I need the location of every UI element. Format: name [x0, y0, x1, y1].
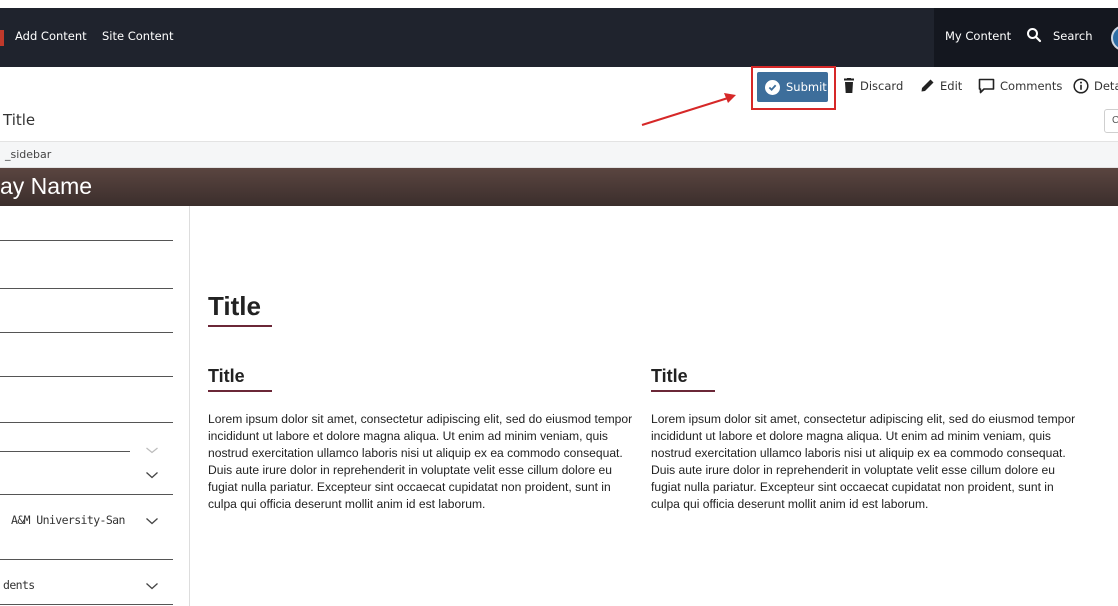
- info-icon: [1073, 78, 1089, 94]
- column-title-underline: [651, 390, 715, 392]
- avatar[interactable]: [1111, 25, 1118, 51]
- trash-icon: [844, 78, 854, 93]
- topbar-user-area: My Content Search: [934, 8, 1118, 67]
- nav-add-content[interactable]: Add Content: [15, 29, 87, 43]
- sidebar-divider: [0, 604, 173, 605]
- nav-site-content[interactable]: Site Content: [102, 29, 173, 43]
- chevron-down-icon[interactable]: [145, 446, 159, 454]
- edit-button[interactable]: Edit: [920, 78, 962, 93]
- region-label: _sidebar: [5, 148, 52, 161]
- details-label: Deta: [1094, 79, 1118, 93]
- sidebar-divider: [0, 332, 173, 333]
- page-title: Title: [208, 291, 261, 321]
- column-title: Title: [651, 366, 688, 386]
- chevron-down-icon[interactable]: [145, 471, 159, 479]
- page-title-field[interactable]: Title: [3, 111, 35, 129]
- chevron-down-icon[interactable]: [145, 517, 159, 525]
- region-label-bar: _sidebar: [0, 141, 1118, 168]
- pencil-icon: [921, 79, 934, 92]
- sidebar-divider: [0, 559, 173, 560]
- annotation-arrow: [641, 93, 736, 126]
- submit-label: Submit: [786, 80, 827, 94]
- nav-search[interactable]: Search: [1053, 29, 1093, 43]
- sidebar-divider: [0, 288, 173, 289]
- details-button[interactable]: Deta: [1073, 78, 1118, 94]
- sidebar-divider: [0, 494, 173, 495]
- discard-button[interactable]: Discard: [843, 78, 903, 93]
- edit-label: Edit: [940, 78, 963, 93]
- column-title-underline: [208, 390, 272, 392]
- comment-icon: [978, 78, 995, 94]
- sidebar-item-label[interactable]: dents: [3, 578, 35, 592]
- column-body-text: Lorem ipsum dolor sit amet, consectetur …: [208, 412, 633, 511]
- discard-label: Discard: [860, 78, 904, 93]
- column-body-text: Lorem ipsum dolor sit amet, consectetur …: [651, 412, 1076, 511]
- sidebar-divider: [0, 451, 130, 452]
- sidebar-divider: [0, 240, 173, 241]
- top-navigation-bar: Add Content Site Content My Content Sear…: [0, 8, 1118, 67]
- nav-my-content[interactable]: My Content: [945, 29, 1011, 43]
- comments-label: Comments: [1000, 79, 1063, 93]
- submit-button[interactable]: Submit: [757, 72, 828, 102]
- brand-accent: [0, 30, 4, 46]
- sidebar-divider: [0, 376, 173, 377]
- banner-title: ay Name: [0, 173, 93, 199]
- right-field-box[interactable]: C: [1104, 109, 1118, 133]
- site-banner: ay Name: [0, 168, 1118, 206]
- check-circle-icon: [765, 79, 780, 95]
- comments-button[interactable]: Comments: [978, 78, 1062, 94]
- search-icon[interactable]: [1026, 27, 1042, 43]
- sidebar-divider: [0, 422, 173, 423]
- title-underline: [208, 325, 272, 327]
- left-sidebar: A&M University-San dents: [0, 206, 190, 606]
- sidebar-item-label[interactable]: A&M University-San: [11, 513, 125, 527]
- column-title: Title: [208, 366, 245, 386]
- chevron-down-icon[interactable]: [145, 582, 159, 590]
